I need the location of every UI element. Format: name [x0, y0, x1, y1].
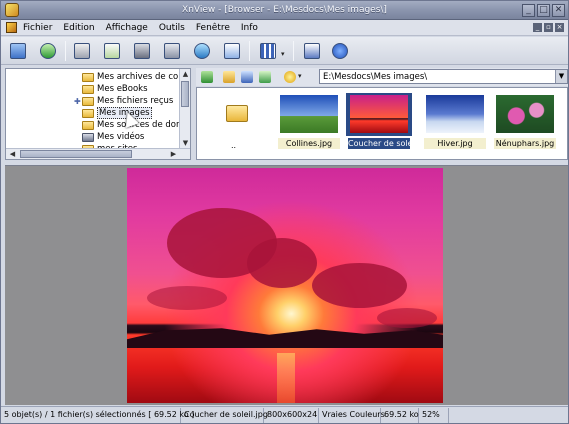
folder-icon — [82, 84, 94, 94]
thumbnail-item[interactable]: Nénuphars.jpg — [492, 93, 558, 153]
menu-bar: Fichier Edition Affichage Outils Fenêtre… — [1, 20, 568, 36]
menu-fichier[interactable]: Fichier — [23, 23, 52, 33]
maximize-button[interactable]: □ — [537, 4, 550, 17]
scan-button[interactable] — [161, 40, 183, 62]
move-icon[interactable] — [259, 71, 271, 83]
print-icon — [74, 43, 90, 59]
film-folder-icon — [82, 132, 94, 142]
folder-icon — [82, 108, 94, 118]
thumbnail-image — [496, 95, 554, 133]
refresh-icon — [40, 43, 56, 59]
xnview-window: XnView - [Browser - E:\Mesdocs\Mes image… — [0, 0, 569, 424]
thumbnail-caption: Hiver.jpg — [424, 138, 486, 149]
folder-icon — [82, 72, 94, 82]
view-mode-dropdown-icon[interactable]: ▾ — [281, 50, 285, 58]
about-button[interactable] — [329, 40, 351, 62]
mdi-close-button[interactable]: × — [555, 23, 564, 32]
copy-icon[interactable] — [241, 71, 253, 83]
thumbnail-item[interactable]: Collines.jpg — [276, 93, 342, 153]
back-icon[interactable] — [201, 71, 213, 83]
status-selection: 5 objet(s) / 1 fichier(s) sélectionnés [… — [1, 408, 194, 423]
path-value: E:\Mesdocs\Mes images\ — [323, 72, 428, 82]
print-button[interactable] — [71, 40, 93, 62]
status-zoom: 52% — [419, 408, 449, 423]
main-toolbar: ▾ — [1, 37, 568, 65]
folder-icon — [82, 120, 94, 130]
tree-vertical-scrollbar[interactable]: ▲ ▼ — [179, 69, 190, 149]
menu-fenetre[interactable]: Fenêtre — [196, 23, 230, 33]
status-bar: 5 objet(s) / 1 fichier(s) sélectionnés [… — [1, 406, 568, 423]
favorites-icon[interactable] — [284, 71, 296, 83]
folder-icon — [82, 96, 94, 106]
menu-affichage[interactable]: Affichage — [106, 23, 148, 33]
mdi-minimize-button[interactable]: _ — [533, 23, 542, 32]
window-controls: _ □ ✕ — [522, 4, 565, 17]
options-button[interactable] — [301, 40, 323, 62]
capture-button[interactable] — [131, 40, 153, 62]
document-menu-icon[interactable] — [6, 22, 17, 33]
expand-icon[interactable]: ✚ — [74, 97, 81, 106]
menu-info[interactable]: Info — [241, 23, 258, 33]
scroll-right-icon[interactable]: ▶ — [169, 150, 178, 159]
mdi-controls: _ ▫ × — [533, 23, 564, 32]
convert-button[interactable] — [101, 40, 123, 62]
refresh-button[interactable] — [37, 40, 59, 62]
parent-folder-label: .. — [231, 141, 237, 150]
status-color-mode: Vraies Couleurs — [319, 408, 385, 423]
browser-icon — [10, 43, 26, 59]
slideshow-button[interactable] — [221, 40, 243, 62]
info-icon — [332, 43, 348, 59]
thumbnail-caption: Collines.jpg — [278, 138, 340, 149]
folder-icon — [226, 105, 248, 122]
preview-image — [127, 168, 443, 403]
window-title: XnView - [Browser - E:\Mesdocs\Mes image… — [182, 5, 387, 15]
favorites-dropdown-icon[interactable]: ▾ — [298, 72, 302, 80]
tree-item[interactable]: Mes fichiers reçus — [82, 95, 173, 107]
thumbnail-image — [350, 95, 408, 133]
thumbnail-item[interactable]: Hiver.jpg — [422, 93, 488, 153]
tree-horizontal-scrollbar[interactable]: ◀ ▶ — [6, 148, 190, 159]
web-icon — [194, 43, 210, 59]
title-bar[interactable]: XnView - [Browser - E:\Mesdocs\Mes image… — [1, 1, 568, 20]
menu-edition[interactable]: Edition — [63, 23, 94, 33]
tree-item[interactable]: Mes eBooks — [82, 83, 148, 95]
scan-icon — [164, 43, 180, 59]
options-icon — [304, 43, 320, 59]
minimize-button[interactable]: _ — [522, 4, 535, 17]
thumbnail-image — [426, 95, 484, 133]
view-mode-icon — [260, 43, 276, 59]
view-mode-button[interactable] — [257, 40, 279, 62]
web-button[interactable] — [191, 40, 213, 62]
status-file-size: 69.52 ko — [381, 408, 419, 423]
folder-tree[interactable]: Mes archives de conver Mes eBooks ✚ Mes … — [5, 68, 191, 160]
scroll-down-icon[interactable]: ▼ — [181, 139, 190, 148]
tree-item-selected[interactable]: Mes images — [82, 107, 152, 119]
slideshow-icon — [224, 43, 240, 59]
thumbnail-caption: Nénuphars.jpg — [494, 138, 556, 149]
close-button[interactable]: ✕ — [552, 4, 565, 17]
thumbnail-item-selected[interactable]: Coucher de solei... — [346, 93, 412, 153]
scroll-thumb[interactable] — [181, 81, 189, 107]
scroll-left-icon[interactable]: ◀ — [8, 150, 17, 159]
tree-item[interactable]: Mes archives de conver — [82, 71, 190, 83]
chevron-down-icon[interactable]: ▼ — [555, 70, 567, 83]
convert-icon — [104, 43, 120, 59]
thumbnail-caption: Coucher de solei... — [348, 138, 410, 149]
thumbnail-grid[interactable]: .. Collines.jpg Coucher de solei... Hive… — [196, 87, 568, 160]
open-folder-icon[interactable] — [223, 71, 235, 83]
status-file-name: Coucher de soleil.jpg — [181, 408, 268, 423]
thumbnail-image — [280, 95, 338, 133]
tree-item[interactable]: Mes vidéos — [82, 131, 144, 143]
scroll-thumb[interactable] — [20, 150, 132, 158]
parent-folder-item[interactable]: .. — [201, 93, 267, 153]
menu-outils[interactable]: Outils — [159, 23, 185, 33]
path-select[interactable]: E:\Mesdocs\Mes images\ ▼ — [319, 69, 568, 84]
image-viewer[interactable] — [5, 165, 568, 405]
mdi-restore-button[interactable]: ▫ — [544, 23, 553, 32]
scroll-up-icon[interactable]: ▲ — [181, 70, 190, 79]
browser-button[interactable] — [7, 40, 29, 62]
status-dimensions: 800x600x24 — [264, 408, 319, 423]
capture-icon — [134, 43, 150, 59]
